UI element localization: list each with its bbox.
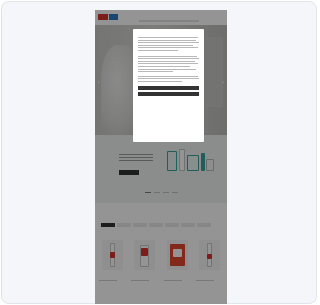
accept-all-button[interactable] bbox=[138, 85, 199, 90]
website-preview: ‹ › bbox=[95, 10, 227, 304]
preview-card: ‹ › bbox=[1, 1, 317, 304]
modal-body-text bbox=[138, 37, 199, 82]
cookie-consent-modal bbox=[133, 29, 204, 142]
reject-button[interactable] bbox=[138, 91, 199, 96]
